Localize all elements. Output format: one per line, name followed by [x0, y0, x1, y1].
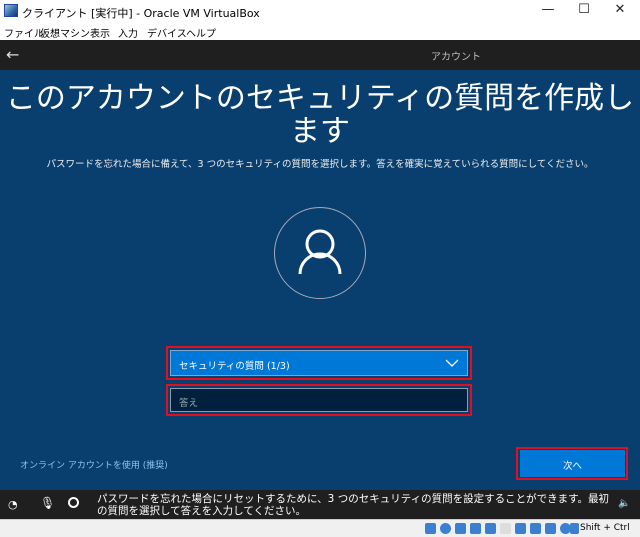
close-button[interactable]: ✕: [600, 2, 640, 20]
window-titlebar: クライアント [実行中] - Oracle VM VirtualBox — ☐ …: [0, 0, 640, 22]
menu-machine[interactable]: 仮想マシン: [40, 25, 90, 40]
menu-help[interactable]: ヘルプ: [186, 25, 216, 40]
menu-file[interactable]: ファイル: [4, 25, 44, 40]
cpu-icon[interactable]: [545, 523, 556, 534]
next-button[interactable]: 次へ: [520, 450, 625, 477]
back-arrow-icon[interactable]: ←: [6, 45, 19, 64]
optical-drive-icon[interactable]: [440, 523, 451, 534]
minimize-button[interactable]: —: [528, 2, 568, 20]
usb-icon[interactable]: [485, 523, 496, 534]
menu-devices[interactable]: デバイス: [147, 25, 187, 40]
menu-bar: ファイル 仮想マシン 表示 入力 デバイス ヘルプ: [0, 22, 640, 40]
chevron-down-icon: [445, 359, 459, 367]
network-icon[interactable]: [470, 523, 481, 534]
page-subtitle: パスワードを忘れた場合に備えて、3 つのセキュリティの質問を選択します。答えを確…: [46, 159, 594, 170]
host-key-label: Shift + Ctrl: [580, 523, 630, 533]
shared-folders-icon[interactable]: [500, 523, 511, 534]
answer-placeholder: 答え: [179, 398, 199, 409]
menu-input[interactable]: 入力: [118, 25, 138, 40]
microphone-icon[interactable]: 🎙: [40, 496, 55, 510]
security-question-label: セキュリティの質問 (1/3): [179, 361, 290, 372]
page-title: このアカウントのセキュリティの質問を作成します: [5, 81, 635, 149]
virtualbox-icon: [4, 4, 18, 17]
cortana-icon[interactable]: [68, 497, 79, 508]
oobe-navbar: ← アカウント: [0, 40, 640, 110]
ease-of-access-icon[interactable]: ◔: [8, 498, 18, 511]
tab-account: アカウント: [431, 52, 481, 63]
user-avatar-icon: [274, 207, 366, 299]
narrator-caption: パスワードを忘れた場合にリセットするために、3 つのセキュリティの質問を設定する…: [97, 493, 610, 517]
answer-input[interactable]: 答え: [170, 388, 468, 412]
menu-view[interactable]: 表示: [90, 25, 110, 40]
audio-icon[interactable]: [455, 523, 466, 534]
online-account-link[interactable]: オンライン アカウントを使用 (推奨): [20, 458, 168, 471]
maximize-button[interactable]: ☐: [564, 2, 604, 20]
security-question-select[interactable]: セキュリティの質問 (1/3): [170, 350, 468, 376]
volume-icon[interactable]: 🔈: [618, 498, 630, 509]
setup-panel: このアカウントのセキュリティの質問を作成します パスワードを忘れた場合に備えて、…: [0, 70, 640, 490]
hard-disk-icon[interactable]: [425, 523, 436, 534]
mouse-integration-icon[interactable]: [570, 523, 579, 534]
recording-icon[interactable]: [530, 523, 541, 534]
window-title: クライアント [実行中] - Oracle VM VirtualBox: [22, 7, 260, 20]
vm-status-bar: Shift + Ctrl: [0, 519, 640, 537]
display-icon[interactable]: [515, 523, 526, 534]
oobe-bottom-bar: ◔ 🎙 パスワードを忘れた場合にリセットするために、3 つのセキュリティの質問を…: [0, 490, 640, 519]
